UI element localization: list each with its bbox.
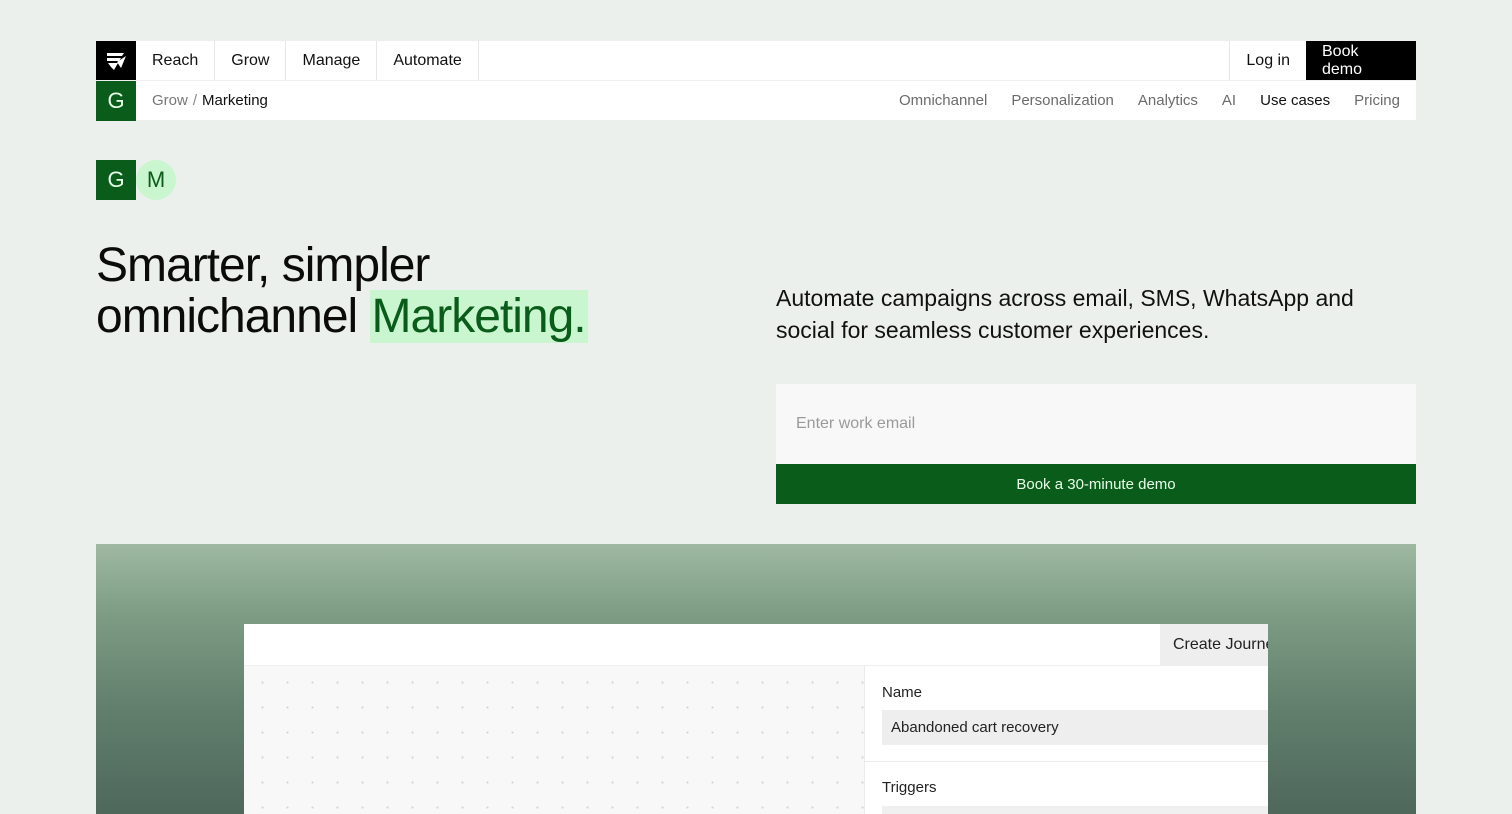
hero-subcopy: Automate campaigns across email, SMS, Wh…: [776, 285, 1354, 343]
app-toolbar: Create Journey: [244, 624, 1268, 666]
book-demo-button[interactable]: Book demo: [1306, 41, 1416, 80]
headline-highlight: Marketing.: [369, 290, 588, 343]
section-icon: G: [96, 80, 136, 121]
subnav-ai[interactable]: AI: [1222, 92, 1236, 109]
grow-badge: G: [96, 160, 136, 200]
journey-builder-window: Create Journey Name Abandoned cart recov…: [244, 624, 1268, 814]
nav-reach[interactable]: Reach: [136, 41, 216, 80]
product-showcase: Create Journey Name Abandoned cart recov…: [96, 544, 1416, 814]
hero-headline: Smarter, simpler omnichannel Marketing.: [96, 239, 588, 343]
triggers-field[interactable]: [882, 806, 1268, 814]
book-30-minute-demo-button[interactable]: Book a 30-minute demo: [776, 464, 1416, 504]
journey-canvas[interactable]: [244, 666, 864, 814]
breadcrumb-current: Marketing: [202, 92, 268, 109]
work-email-input[interactable]: [776, 384, 1416, 464]
nav-manage[interactable]: Manage: [286, 41, 378, 80]
login-link[interactable]: Log in: [1229, 41, 1306, 80]
nav-automate[interactable]: Automate: [377, 41, 479, 80]
product-badges: G M: [96, 160, 176, 200]
name-label: Name: [882, 684, 923, 701]
breadcrumb: Grow / Marketing: [152, 92, 268, 109]
sub-navigation: G Grow / Marketing Omnichannel Personaliza…: [96, 80, 1416, 121]
headline-line-1: Smarter, simpler: [96, 239, 430, 292]
subnav-pricing[interactable]: Pricing: [1354, 92, 1400, 109]
subnav-use-cases[interactable]: Use cases: [1260, 92, 1330, 109]
create-journey-button[interactable]: Create Journey: [1160, 624, 1268, 666]
headline-line-2: omnichannel: [96, 290, 358, 343]
nav-grow[interactable]: Grow: [215, 41, 287, 80]
subnav-analytics[interactable]: Analytics: [1138, 92, 1198, 109]
subnav-omnichannel[interactable]: Omnichannel: [899, 92, 987, 109]
journey-settings-panel: Name Abandoned cart recovery Triggers: [864, 666, 1268, 814]
breadcrumb-separator: /: [192, 92, 198, 109]
top-navigation: Reach Grow Manage Automate Log in Book d…: [96, 41, 1416, 80]
brand-logo[interactable]: [96, 41, 136, 80]
panel-divider: [865, 761, 1268, 762]
journey-name-field[interactable]: Abandoned cart recovery: [882, 710, 1268, 745]
marketing-badge: M: [136, 160, 176, 200]
wings-logo-icon: [107, 52, 126, 70]
triggers-label: Triggers: [882, 779, 937, 796]
subnav-personalization[interactable]: Personalization: [1011, 92, 1114, 109]
subnav-links: Omnichannel Personalization Analytics AI…: [899, 92, 1416, 109]
breadcrumb-parent[interactable]: Grow: [152, 92, 188, 109]
